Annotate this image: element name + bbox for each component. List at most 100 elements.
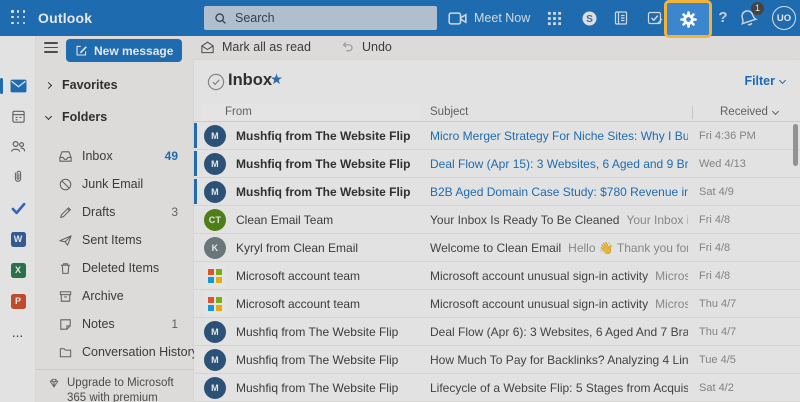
trash-icon [58, 261, 73, 276]
settings-gear-button[interactable] [664, 0, 712, 38]
sender-avatar[interactable]: M [204, 349, 226, 371]
folder-unread-count: 49 [165, 149, 178, 163]
onenote-feed-icon[interactable] [609, 0, 633, 36]
mark-all-as-read-button[interactable]: Mark all as read [200, 36, 311, 58]
undo-button[interactable]: Undo [340, 36, 392, 58]
message-row[interactable]: Microsoft account team Microsoft account… [194, 262, 800, 290]
diamond-icon [48, 377, 60, 389]
to-do-rail-icon[interactable] [0, 196, 36, 220]
excel-rail-icon[interactable]: X [0, 258, 36, 282]
message-received: Fri 4/8 [699, 214, 784, 226]
message-received: Thu 4/7 [699, 298, 784, 310]
message-subject: Deal Flow (Apr 15): 3 Websites, 6 Aged a… [430, 157, 688, 171]
skype-icon[interactable]: S [577, 0, 601, 36]
message-row[interactable]: CT Clean Email Team Your Inbox Is Ready … [194, 206, 800, 234]
message-subject: B2B Aged Domain Case Study: $780 Revenue… [430, 185, 688, 199]
list-scrollbar-thumb[interactable] [793, 124, 798, 166]
app-launcher-waffle-icon[interactable] [11, 10, 26, 25]
search-input[interactable] [235, 11, 405, 25]
folder-label: Drafts [82, 205, 115, 219]
message-row[interactable]: M Mushfiq from The Website Flip Lifecycl… [194, 374, 800, 402]
list-header: Inbox ★ Filter [194, 60, 800, 104]
filter-label: Filter [744, 74, 775, 88]
sender-avatar[interactable]: CT [204, 209, 226, 231]
column-header-from[interactable]: From [225, 106, 252, 118]
message-received: Tue 4/5 [699, 354, 784, 366]
folders-section-toggle[interactable]: Folders [46, 110, 107, 124]
search-icon [214, 12, 227, 25]
filter-button[interactable]: Filter [744, 74, 785, 88]
apps-grid-icon[interactable] [542, 0, 566, 36]
folder-label: Notes [82, 317, 115, 331]
folders-label: Folders [62, 110, 107, 124]
meet-now-button[interactable]: Meet Now [474, 0, 530, 36]
folder-icon [58, 345, 73, 360]
message-row[interactable]: M Mushfiq from The Website Flip B2B Aged… [194, 178, 800, 206]
notes-icon [58, 317, 73, 332]
svg-text:S: S [586, 14, 593, 25]
calendar-rail-icon[interactable] [0, 104, 36, 128]
message-row[interactable]: M Mushfiq from The Website Flip How Much… [194, 346, 800, 374]
word-rail-icon[interactable]: W [0, 227, 36, 251]
message-received: Sat 4/2 [699, 382, 784, 394]
message-row[interactable]: M Mushfiq from The Website Flip Micro Me… [194, 122, 800, 150]
select-all-circle-check-icon[interactable] [207, 73, 225, 96]
message-row[interactable]: Microsoft account team Microsoft account… [194, 290, 800, 318]
new-message-button[interactable]: New message [66, 39, 182, 62]
column-divider [692, 106, 693, 119]
chevron-down-icon [45, 112, 52, 119]
folder-item-archive[interactable]: Archive [36, 282, 188, 310]
more-apps-icon[interactable]: ... [0, 322, 36, 346]
mark-all-label: Mark all as read [222, 40, 311, 54]
folder-label: Inbox [82, 149, 113, 163]
column-header-subject[interactable]: Subject [430, 106, 468, 118]
unread-indicator [194, 151, 197, 176]
sender-avatar[interactable]: M [204, 321, 226, 343]
search-bar[interactable] [204, 6, 437, 30]
folder-item-drafts[interactable]: Drafts 3 [36, 198, 188, 226]
folder-item-deleted[interactable]: Deleted Items [36, 254, 188, 282]
sender-avatar[interactable]: M [204, 153, 226, 175]
message-sender: Mushfiq from The Website Flip [236, 129, 418, 143]
undo-icon [340, 40, 355, 54]
mail-rail-icon[interactable] [0, 74, 36, 98]
message-row[interactable]: K Kyryl from Clean Email Welcome to Clea… [194, 234, 800, 262]
sender-avatar[interactable]: M [204, 125, 226, 147]
column-header-received[interactable]: Received [720, 106, 778, 118]
open-envelope-icon [200, 40, 215, 55]
top-app-bar: Outlook Meet Now S ? 1 [0, 0, 800, 36]
powerpoint-rail-icon[interactable]: P [0, 289, 36, 313]
sender-avatar[interactable]: K [204, 237, 226, 259]
attachments-rail-icon[interactable] [0, 164, 36, 188]
message-received: Sat 4/9 [699, 186, 784, 198]
favorites-section-toggle[interactable]: Favorites [46, 78, 118, 92]
help-button[interactable]: ? [714, 0, 732, 35]
folder-item-notes[interactable]: Notes 1 [36, 310, 188, 338]
chevron-down-icon [779, 76, 786, 83]
upgrade-promo[interactable]: Upgrade to Microsoft 365 with premium Ou… [36, 369, 194, 402]
sent-items-icon [58, 233, 73, 248]
message-row[interactable]: M Mushfiq from The Website Flip Deal Flo… [194, 318, 800, 346]
undo-label: Undo [362, 40, 392, 54]
junk-email-icon [58, 177, 73, 192]
folder-item-conversation-history[interactable]: Conversation History [36, 338, 188, 366]
account-avatar[interactable]: UO [772, 6, 796, 30]
notification-count-badge: 1 [751, 2, 764, 15]
folder-count: 3 [171, 205, 178, 219]
sender-avatar[interactable]: M [204, 181, 226, 203]
people-rail-icon[interactable] [0, 134, 36, 158]
folder-item-junk[interactable]: Junk Email [36, 170, 188, 198]
folder-label: Conversation History [82, 345, 198, 359]
new-message-label: New message [94, 44, 173, 58]
meet-now-video-icon[interactable] [444, 0, 470, 36]
favorite-star-icon[interactable]: ★ [270, 72, 283, 88]
sender-avatar[interactable]: M [204, 377, 226, 399]
folder-item-inbox[interactable]: Inbox 49 [36, 142, 188, 170]
collapse-pane-hamburger-icon[interactable] [44, 42, 58, 53]
microsoft-logo-icon[interactable] [204, 293, 226, 315]
microsoft-logo-icon[interactable] [204, 265, 226, 287]
message-row[interactable]: M Mushfiq from The Website Flip Deal Flo… [194, 150, 800, 178]
folder-label: Archive [82, 289, 124, 303]
unread-indicator [194, 179, 197, 204]
folder-item-sent[interactable]: Sent Items [36, 226, 188, 254]
